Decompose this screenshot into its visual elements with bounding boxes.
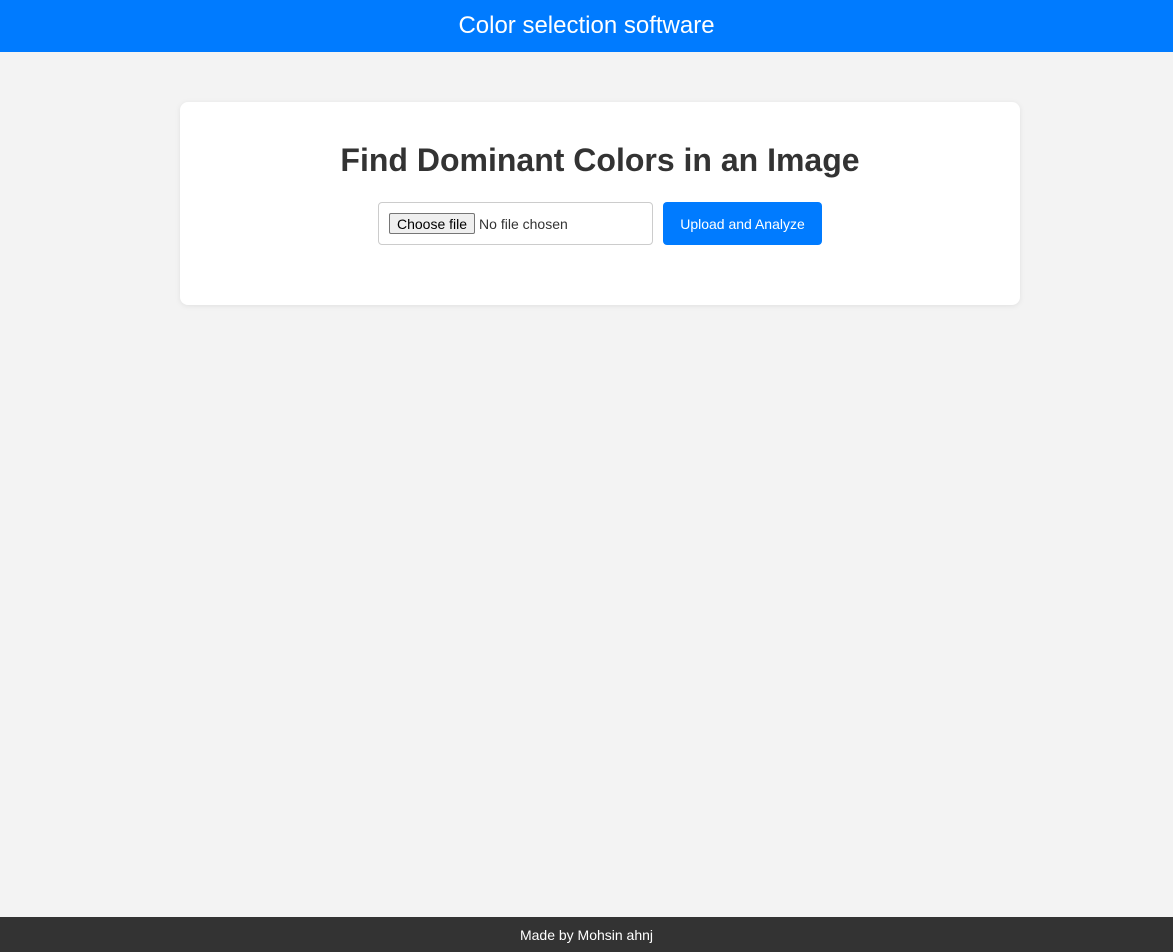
footer-credit: Made by Mohsin ahnj (519, 926, 654, 943)
upload-and-analyze-button[interactable]: Upload and Analyze (663, 202, 822, 245)
choose-file-button[interactable]: Choose file (389, 213, 476, 234)
app-title: Color selection software (458, 12, 715, 39)
app-header: Color selection software (0, 0, 1173, 52)
app-footer: Made by Mohsin ahnj (0, 917, 1173, 952)
file-input[interactable]: Choose file No file chosen (378, 202, 653, 245)
page-heading: Find Dominant Colors in an Image (340, 142, 860, 178)
upload-card: Find Dominant Colors in an Image Choose … (180, 102, 1020, 305)
file-status-text: No file chosen (479, 215, 568, 232)
